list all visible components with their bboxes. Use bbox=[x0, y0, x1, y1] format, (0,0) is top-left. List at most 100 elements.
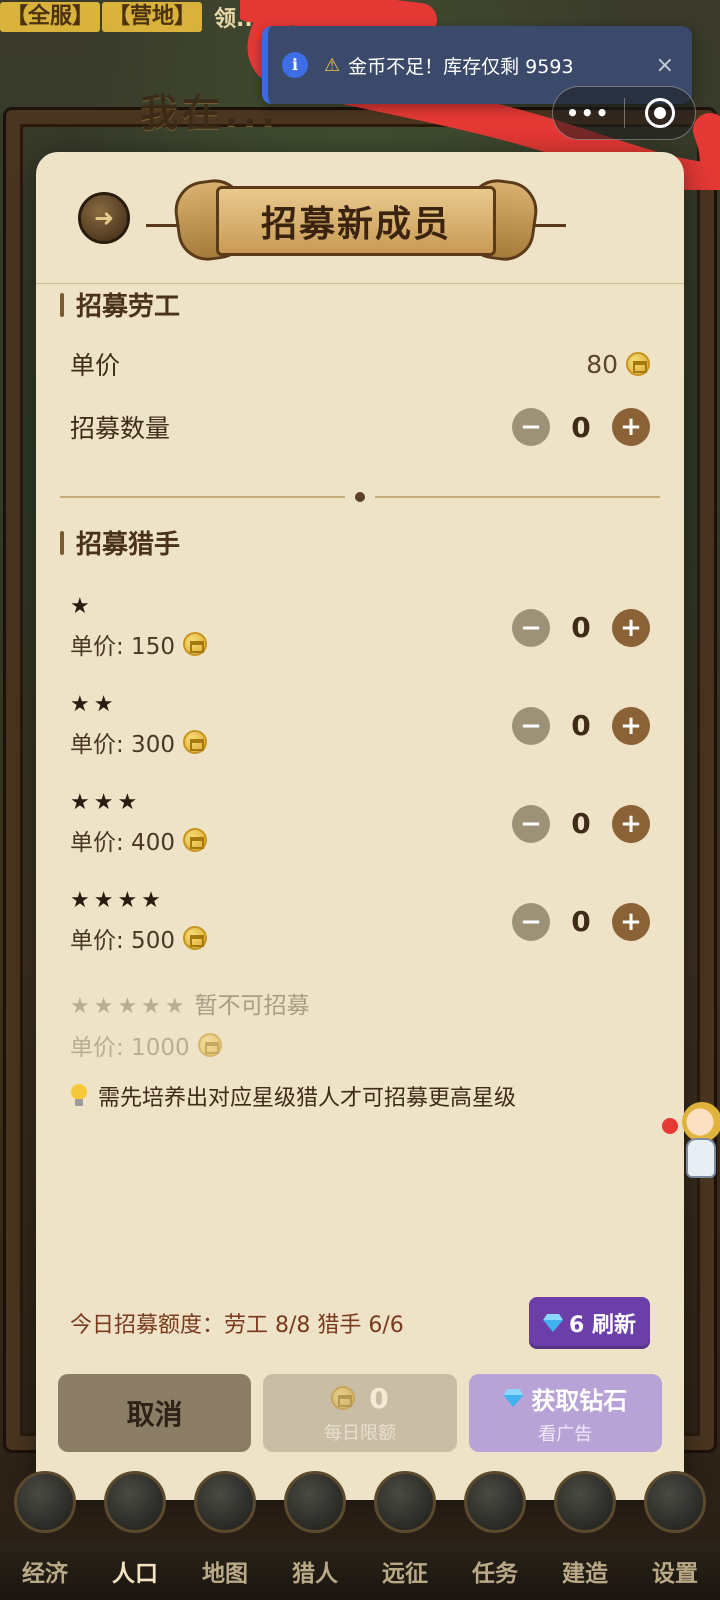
recruit-tip: 需先培养出对应星级猎人才可招募更高星级 bbox=[70, 1080, 516, 1112]
gold-coin-icon bbox=[182, 632, 207, 656]
tier-price: 单价: 500 bbox=[70, 921, 207, 955]
action-buttons: 取消 0 每日限额 获取钻石 看广告 bbox=[58, 1374, 662, 1452]
watch-ad-label: 看广告 bbox=[538, 1423, 593, 1445]
hunter-tier-2: ★★ 单价: 300 − 0 + bbox=[70, 692, 650, 759]
decrement-button[interactable]: − bbox=[512, 408, 550, 446]
section-divider bbox=[60, 492, 660, 502]
hunter-section-title: 招募猎手 bbox=[60, 524, 180, 561]
hunter-4-quantity-stepper: − 0 + bbox=[512, 902, 650, 941]
hunter-icon[interactable] bbox=[284, 1471, 346, 1533]
daily-limit-label: 每日限额 bbox=[323, 1422, 396, 1444]
star-rating: ★★★★★ 暂不可招募 bbox=[70, 993, 310, 1019]
task-icon[interactable] bbox=[464, 1471, 526, 1533]
hunter-tier-4: ★★★★ 单价: 500 − 0 + bbox=[70, 888, 650, 955]
hunter-tier-1: ★ 单价: 150 − 0 + bbox=[70, 594, 650, 661]
tier-price: 单价: 1000 bbox=[70, 1028, 310, 1062]
hunter-1-quantity-stepper: − 0 + bbox=[512, 608, 650, 647]
star-rating: ★ bbox=[70, 594, 94, 619]
hunter-2-quantity-stepper: − 0 + bbox=[512, 706, 650, 745]
nav-task[interactable]: 任务 bbox=[472, 1554, 518, 1588]
gold-coin-icon bbox=[182, 926, 207, 950]
gold-coin-icon bbox=[626, 352, 650, 376]
gear-icon[interactable] bbox=[644, 1471, 706, 1533]
decrement-button[interactable]: − bbox=[512, 902, 550, 941]
worker-quantity-value: 0 bbox=[571, 410, 591, 444]
diamond-icon bbox=[543, 1314, 563, 1332]
tier-price: 单价: 300 bbox=[70, 725, 207, 759]
increment-button[interactable]: + bbox=[612, 706, 650, 745]
star-rating: ★★ bbox=[70, 692, 118, 717]
hunter-tier-3: ★★★ 单价: 400 − 0 + bbox=[70, 790, 650, 857]
hunter-1-quantity: 0 bbox=[571, 611, 591, 644]
gold-coin-icon bbox=[182, 828, 207, 852]
gold-coin-icon bbox=[182, 730, 207, 754]
quantity-label: 招募数量 bbox=[70, 414, 171, 443]
increment-button[interactable]: + bbox=[612, 408, 650, 446]
bottom-nav: 经济 人口 地图 猎人 远征 任务 建造 设置 bbox=[0, 1542, 720, 1600]
get-diamonds-button[interactable]: 获取钻石 看广告 bbox=[468, 1374, 662, 1452]
decrement-button[interactable]: − bbox=[512, 608, 550, 647]
worker-quantity-stepper: − 0 + bbox=[512, 408, 650, 446]
tier-price: 单价: 400 bbox=[70, 823, 207, 857]
info-icon: i bbox=[282, 52, 308, 78]
gold-coin-icon bbox=[331, 1386, 356, 1410]
increment-button[interactable]: + bbox=[612, 902, 650, 941]
build-icon[interactable] bbox=[554, 1471, 616, 1533]
expedition-icon[interactable] bbox=[374, 1471, 436, 1533]
tier-price: 单价: 150 bbox=[70, 627, 207, 661]
recruit-modal: ➜ 招募新成员 招募劳工 单价 80 招募数量 − 0 + 招募猎手 ★ 单价:… bbox=[36, 152, 684, 1500]
worker-section-title: 招募劳工 bbox=[60, 286, 180, 323]
exit-button[interactable] bbox=[625, 87, 696, 139]
locked-note: 暂不可招募 bbox=[194, 993, 310, 1019]
assistant-mascot[interactable] bbox=[662, 1102, 720, 1182]
decrement-button[interactable]: − bbox=[512, 706, 550, 745]
lightbulb-icon bbox=[70, 1084, 88, 1108]
daily-quota-row: 今日招募额度：劳工 8/8 猎手 6/6 6 刷新 bbox=[70, 1297, 650, 1349]
refresh-button[interactable]: 6 刷新 bbox=[529, 1297, 650, 1349]
hunter-2-quantity: 0 bbox=[571, 709, 591, 742]
nav-map[interactable]: 地图 bbox=[202, 1554, 248, 1588]
nav-settings[interactable]: 设置 bbox=[652, 1554, 698, 1588]
cancel-button[interactable]: 取消 bbox=[58, 1374, 252, 1452]
daily-quota-text: 今日招募额度：劳工 8/8 猎手 6/6 bbox=[70, 1313, 404, 1338]
toast-message: 金币不足！库存仅剩 9593 bbox=[348, 55, 574, 78]
modal-title: 招募新成员 bbox=[216, 186, 496, 256]
unit-price-label: 单价 bbox=[70, 351, 121, 380]
total-cost: 0 bbox=[369, 1381, 389, 1415]
more-button[interactable]: ••• bbox=[553, 87, 624, 139]
bottom-icon-row bbox=[0, 1462, 720, 1542]
more-dots-icon: ••• bbox=[566, 101, 611, 125]
title-scroll: 招募新成员 bbox=[146, 175, 566, 265]
nav-hunter[interactable]: 猎人 bbox=[292, 1554, 338, 1588]
close-icon[interactable]: × bbox=[656, 53, 674, 78]
hunter-3-quantity: 0 bbox=[571, 807, 591, 840]
diamond-icon bbox=[503, 1389, 523, 1407]
target-circle-icon bbox=[644, 98, 675, 128]
increment-button[interactable]: + bbox=[612, 608, 650, 647]
ticker-tag-all: 【全服】 bbox=[0, 2, 101, 32]
hunter-tier-5-locked: ★★★★★ 暂不可招募 单价: 1000 bbox=[70, 986, 650, 1062]
population-icon[interactable] bbox=[104, 1471, 166, 1533]
nav-economy[interactable]: 经济 bbox=[22, 1554, 68, 1588]
confirm-recruit-button[interactable]: 0 每日限额 bbox=[263, 1374, 457, 1452]
miniprogram-capsule: ••• bbox=[552, 86, 696, 140]
game-banner-title: 我在... bbox=[140, 91, 280, 135]
worker-unit-price: 80 bbox=[586, 350, 650, 379]
worker-quantity-row: 招募数量 − 0 + bbox=[70, 408, 650, 446]
economy-icon[interactable] bbox=[14, 1471, 76, 1533]
hunter-3-quantity-stepper: − 0 + bbox=[512, 804, 650, 843]
nav-build[interactable]: 建造 bbox=[562, 1554, 608, 1588]
gold-coin-icon bbox=[197, 1033, 222, 1057]
notification-dot bbox=[662, 1118, 678, 1134]
nav-expedition[interactable]: 远征 bbox=[382, 1554, 428, 1588]
worker-unit-price-row: 单价 80 bbox=[70, 346, 650, 382]
ticker-tag-camp: 【营地】 bbox=[102, 2, 203, 32]
decrement-button[interactable]: − bbox=[512, 804, 550, 843]
star-rating: ★★★★ bbox=[70, 888, 165, 913]
increment-button[interactable]: + bbox=[612, 804, 650, 843]
nav-population[interactable]: 人口 bbox=[112, 1554, 158, 1588]
map-icon[interactable] bbox=[194, 1471, 256, 1533]
star-rating: ★★★ bbox=[70, 790, 142, 815]
back-button[interactable]: ➜ bbox=[78, 192, 130, 244]
modal-header: ➜ 招募新成员 bbox=[36, 152, 684, 284]
